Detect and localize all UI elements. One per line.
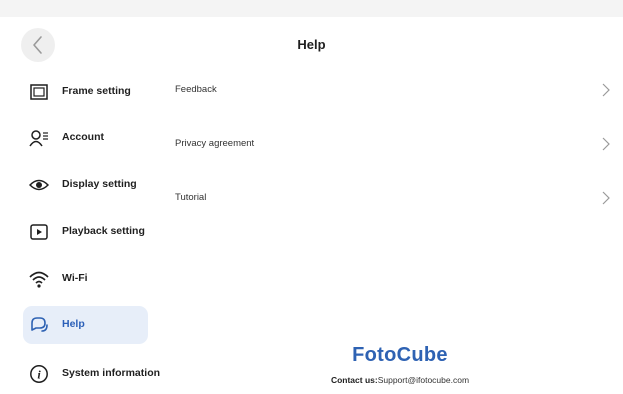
- sidebar-item-label: Help: [62, 318, 85, 330]
- svg-text:i: i: [37, 368, 41, 382]
- page-title: Help: [297, 37, 326, 52]
- sidebar-item-display-setting[interactable]: Display setting: [23, 166, 148, 204]
- chevron-right-icon: [602, 137, 610, 151]
- sidebar-item-frame-setting[interactable]: Frame setting: [23, 73, 148, 111]
- menu-item-privacy-agreement[interactable]: Privacy agreement: [160, 129, 615, 159]
- frame-icon: [30, 84, 48, 100]
- info-icon: i: [30, 365, 48, 383]
- sidebar-item-label: Frame setting: [62, 85, 131, 97]
- sidebar-item-help[interactable]: Help: [23, 306, 148, 344]
- chevron-right-icon: [602, 83, 610, 97]
- menu-item-label: Privacy agreement: [175, 138, 255, 149]
- sidebar-item-label: Playback setting: [62, 225, 145, 237]
- brand-logo: FotoCube: [352, 344, 448, 366]
- sidebar-item-wifi[interactable]: Wi-Fi: [23, 260, 148, 298]
- menu-item-feedback[interactable]: Feedback: [160, 75, 615, 105]
- sidebar-item-label: Wi-Fi: [62, 272, 88, 284]
- wifi-icon: [29, 271, 49, 288]
- contact-label: Contact us:: [330, 375, 378, 385]
- sidebar-item-label: Display setting: [62, 178, 137, 190]
- sidebar-item-account[interactable]: Account: [23, 119, 148, 157]
- menu-item-tutorial[interactable]: Tutorial: [160, 183, 615, 213]
- top-strip: [0, 0, 623, 17]
- sidebar-item-label: System information: [62, 367, 161, 379]
- menu-item-label: Tutorial: [175, 192, 207, 203]
- menu-item-label: Feedback: [175, 84, 217, 95]
- account-icon: [29, 130, 48, 147]
- play-icon: [30, 224, 48, 240]
- chevron-right-icon: [602, 191, 610, 205]
- help-chat-icon: [31, 317, 48, 332]
- sidebar-item-label: Account: [62, 131, 104, 143]
- contact-email: Support@ifotocube.com: [377, 375, 470, 385]
- sidebar-item-system-information[interactable]: i System information: [23, 355, 160, 393]
- sidebar-item-playback-setting[interactable]: Playback setting: [23, 213, 148, 251]
- eye-icon: [29, 179, 49, 191]
- contact-info: Contact us:Support@ifotocube.com: [300, 375, 500, 385]
